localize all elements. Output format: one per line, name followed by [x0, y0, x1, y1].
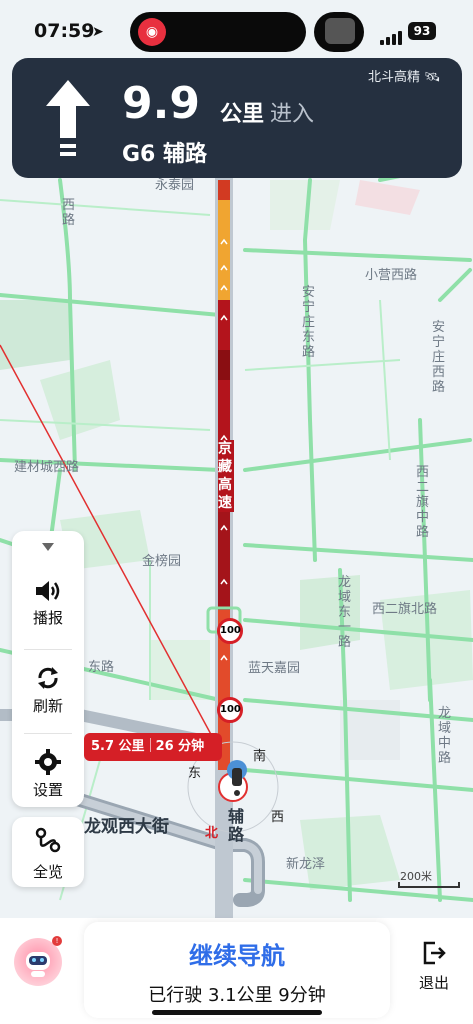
route-overview-icon [35, 827, 61, 853]
notification-dot: ! [52, 936, 62, 946]
map-tools-panel: 播报 刷新 设置 [12, 531, 84, 807]
maneuver-distance: 9.9 [122, 78, 200, 129]
status-time: 07:59 [34, 20, 95, 42]
collapse-triangle-icon[interactable] [42, 543, 54, 551]
cellular-signal-icon [380, 26, 404, 45]
speaker-icon [36, 581, 60, 601]
refresh-icon [38, 667, 58, 689]
straight-arrow-icon [46, 80, 90, 156]
compass-south: 南 [253, 749, 267, 764]
compass-north: 北 [205, 826, 219, 841]
map-label-xi-er-qi-middle: 西二旗中路 [416, 465, 430, 540]
status-bar: 07:59 ➤ ◉ 93 [0, 0, 473, 60]
map-label-xinlongze: 新龙泽 [286, 857, 326, 872]
map-label-dong-road: 东路 [88, 660, 115, 675]
satellite-icon: 🛰 [424, 70, 441, 85]
remaining-distance: 5.7 公里 [91, 739, 145, 754]
traveled-summary: 已行驶 3.1公里 9分钟 [148, 985, 326, 1006]
exit-icon [423, 941, 446, 965]
location-arrow-icon: ➤ [92, 24, 104, 40]
home-indicator[interactable] [152, 1010, 322, 1015]
overview-button[interactable]: 全览 [12, 817, 84, 887]
exit-label: 退出 [418, 974, 449, 992]
report-button[interactable]: 播报 [12, 579, 84, 659]
speed-limit-sign: 100 [217, 618, 243, 644]
map-label-lantian: 蓝天嘉园 [248, 661, 301, 676]
route-name-label: 京藏高速 [218, 440, 234, 512]
beidou-positioning-badge: 北斗高精 🛰 [368, 66, 441, 85]
remaining-route-bubble[interactable]: 5.7 公里 26 分钟 [84, 733, 222, 761]
map-label-longguan-west: 龙观西大街 [84, 817, 169, 837]
navigation-app-icon: ◉ [138, 18, 166, 46]
map-label-longyu-east1: 龙域东一路 [338, 575, 352, 650]
divider [24, 649, 72, 650]
settings-label: 设置 [32, 781, 63, 799]
map-scale-bar [398, 882, 460, 888]
aux-road-label: 辅路 [228, 807, 245, 844]
exit-button[interactable]: 退出 [404, 936, 464, 996]
map-label-jingbang: 金榜园 [142, 554, 182, 569]
refresh-label: 刷新 [32, 697, 63, 715]
map-label-longyu-middle: 龙域中路 [438, 706, 452, 766]
maneuver-distance-unit: 公里 [220, 102, 265, 127]
continue-navigation-button[interactable]: 继续导航 已行驶 3.1公里 9分钟 [84, 922, 390, 1018]
battery-indicator: 93 [408, 22, 436, 40]
media-thumbnail-icon [325, 18, 355, 44]
report-label: 播报 [32, 609, 63, 627]
overview-label: 全览 [32, 863, 63, 881]
gear-icon [35, 749, 61, 775]
next-road-name: G6 辅路 [122, 142, 208, 167]
map-label-xi-er-qi-north: 西二旗北路 [372, 602, 438, 617]
maneuver-action: 进入 [270, 102, 315, 127]
map-label-jiancai-west: 建材城西路 [14, 460, 80, 475]
map-label-anning-east: 安宁庄东路 [302, 285, 316, 360]
divider [24, 733, 72, 734]
map-label-xiaoying-west: 小营西路 [365, 268, 418, 283]
map-label-anning-west: 安宁庄西路 [432, 320, 446, 395]
compass-east: 东 [188, 766, 202, 781]
compass-west: 西 [271, 810, 285, 825]
map-label-road-left: 西路 [62, 198, 76, 228]
speed-limit-sign: 100 [217, 697, 243, 723]
beidou-label: 北斗高精 [368, 70, 421, 85]
continue-navigation-label: 继续导航 [189, 942, 285, 970]
navigation-instruction-card[interactable]: 9.9 公里 进入 G6 辅路 北斗高精 🛰 [12, 58, 462, 178]
remaining-time: 26 分钟 [155, 739, 205, 754]
divider [149, 738, 151, 752]
